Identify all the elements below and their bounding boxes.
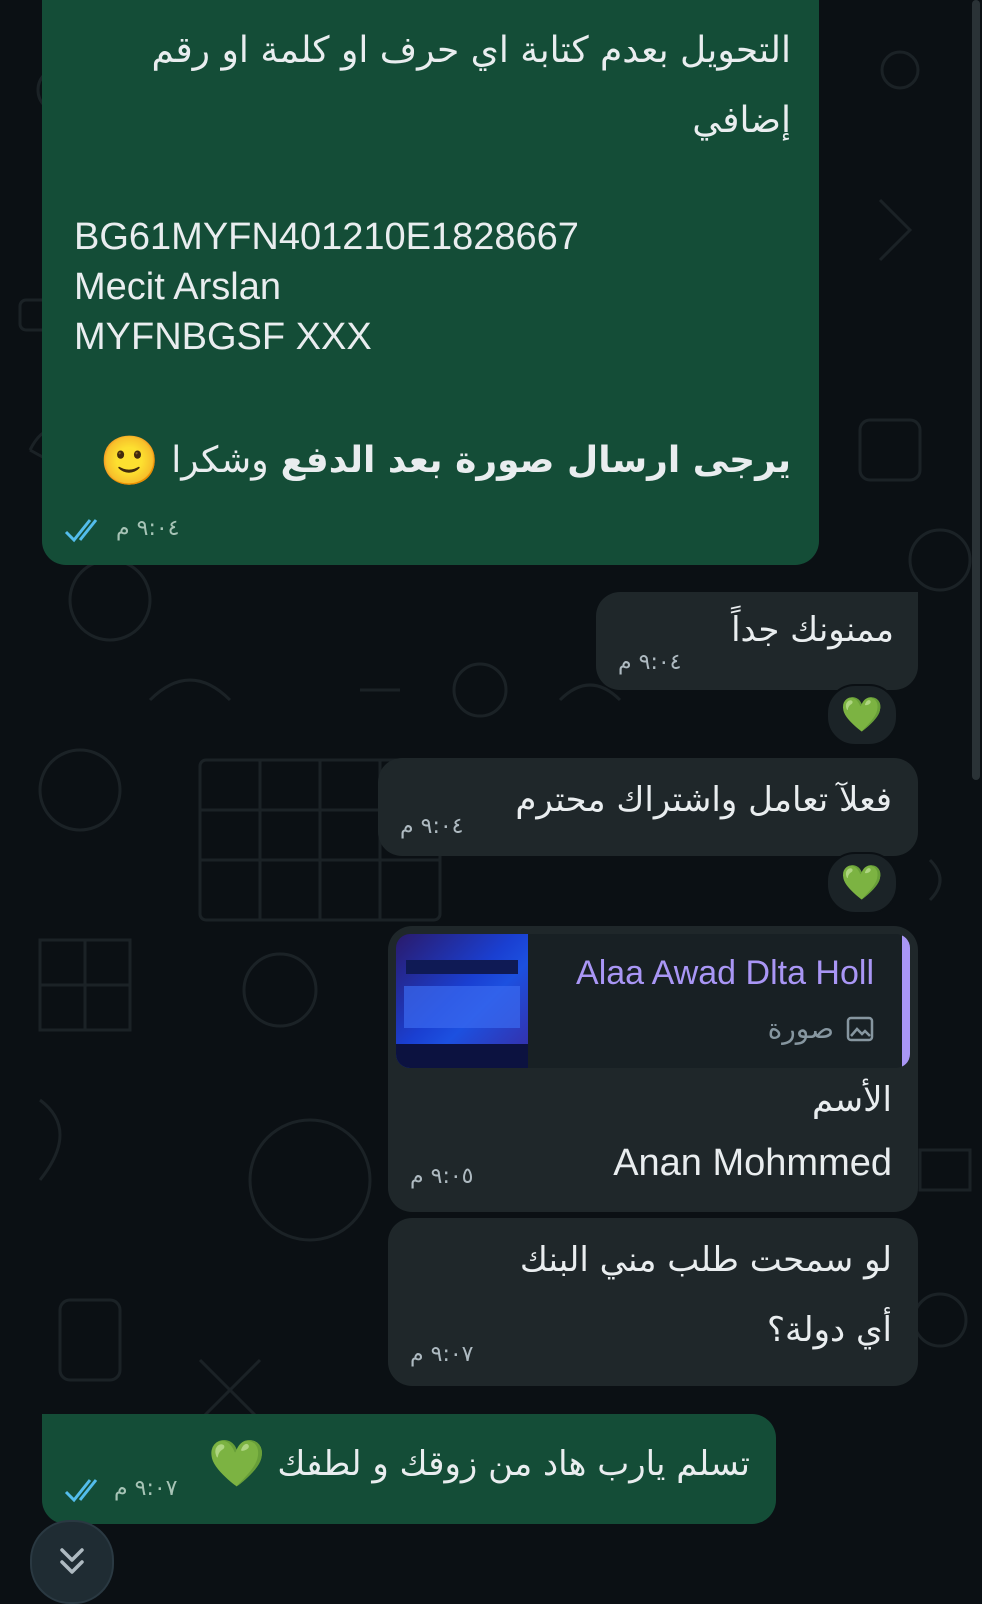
scroll-to-bottom-button[interactable] (30, 1520, 114, 1604)
quoted-type: صورة (768, 1012, 874, 1045)
read-receipt-icon (64, 1479, 98, 1503)
message-text: التحويل بعدم كتابة اي حرف او كلمة او رقم (151, 30, 791, 71)
green-heart-emoji: 💚 (208, 1436, 266, 1490)
message-time: ٩:٠٤ م (116, 516, 180, 541)
iban-text: BG61MYFN401210E1828667 (74, 216, 579, 258)
message-bubble-incoming[interactable]: ممنونك جداً ٩:٠٤ م (596, 592, 918, 690)
message-bubble-incoming[interactable]: لو سمحت طلب مني البنك أي دولة؟ ٩:٠٧ م (388, 1218, 918, 1386)
message-time: ٩:٠٤ م (400, 814, 464, 839)
quoted-image-thumbnail (396, 934, 528, 1068)
read-receipt-icon (64, 519, 98, 543)
chevron-double-down-icon (60, 1548, 84, 1574)
quoted-type-label: صورة (767, 1012, 834, 1045)
account-name-text: Mecit Arslan (74, 266, 281, 308)
quoted-message[interactable]: Alaa Awad Dlta Holl صورة (396, 934, 910, 1068)
smile-emoji: 🙂 (99, 433, 160, 489)
message-text: لو سمحت طلب مني البنك (519, 1240, 892, 1280)
message-bubble-outgoing[interactable]: تسلم يارب هاد من زوقك و لطفك 💚 ٩:٠٧ م (42, 1414, 776, 1524)
image-icon (846, 1016, 874, 1041)
reaction-badge[interactable]: 💚 (826, 852, 898, 914)
message-text: Anan Mohmmed (613, 1142, 892, 1184)
message-text: الأسم (812, 1080, 892, 1120)
quote-accent-bar (902, 934, 910, 1068)
green-heart-emoji: 💚 (840, 695, 884, 735)
message-text-content: تسلم يارب هاد من زوقك و لطفك (277, 1443, 750, 1484)
message-time: ٩:٠٤ م (618, 650, 682, 675)
message-text: ممنونك جداً (731, 610, 894, 650)
message-bubble-incoming[interactable]: Alaa Awad Dlta Holl صورة الأسم Anan Mohm… (388, 926, 918, 1212)
message-text: فعلآ تعامل واشتراك محترم (515, 780, 892, 820)
quoted-author: Alaa Awad Dlta Holl (576, 954, 874, 992)
message-time: ٩:٠٧ م (114, 1476, 178, 1501)
green-heart-emoji: 💚 (840, 863, 884, 903)
payment-note: يرجى ارسال صورة بعد الدفع وشكرا 🙂 (100, 432, 791, 489)
payment-note-rest: وشكرا (171, 440, 269, 481)
message-text: تسلم يارب هاد من زوقك و لطفك 💚 (208, 1436, 750, 1491)
message-bubble-outgoing[interactable]: التحويل بعدم كتابة اي حرف او كلمة او رقم… (42, 0, 819, 565)
message-time: ٩:٠٥ م (410, 1164, 474, 1189)
message-bubble-incoming[interactable]: فعلآ تعامل واشتراك محترم ٩:٠٤ م (378, 758, 918, 856)
message-time: ٩:٠٧ م (410, 1342, 474, 1367)
payment-note-bold: يرجى ارسال صورة بعد الدفع (280, 440, 791, 481)
swift-text: MYFNBGSF XXX (74, 316, 372, 358)
message-text: أي دولة؟ (766, 1310, 892, 1350)
reaction-badge[interactable]: 💚 (826, 684, 898, 746)
scrollbar[interactable] (972, 0, 980, 780)
message-text: إضافي (692, 100, 791, 141)
